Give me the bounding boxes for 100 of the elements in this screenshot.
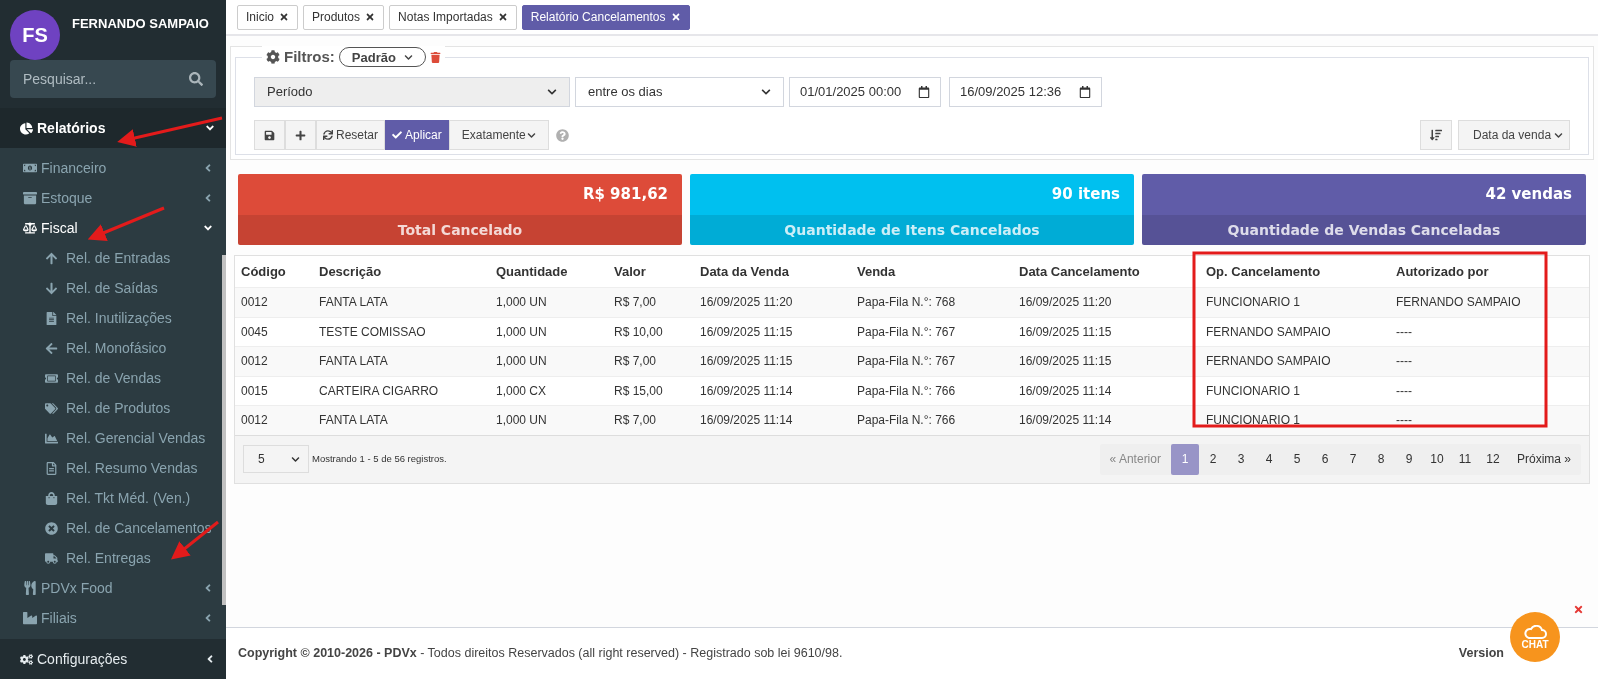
page-link[interactable]: 7 xyxy=(1338,443,1367,475)
table-cell-text: Papa-Fila N.°: 766 xyxy=(856,412,957,430)
sidebar-subitem[interactable]: Rel. Inutilizações xyxy=(0,303,226,333)
page-link[interactable]: 10 xyxy=(1422,443,1451,475)
sidebar-subitem[interactable]: Rel. de Entradas xyxy=(0,243,226,273)
sidebar-item[interactable]: Configurações xyxy=(0,639,226,679)
version-label: Version xyxy=(1458,645,1504,663)
stat-label: Quantidade de Itens Cancelados xyxy=(784,220,1040,240)
tab[interactable]: Inicio xyxy=(237,4,298,30)
field-select[interactable]: Período xyxy=(254,77,570,107)
sidebar-item[interactable]: Estoque xyxy=(0,183,226,213)
page-link[interactable]: 5 xyxy=(1282,443,1311,475)
sort-select[interactable]: Data da venda xyxy=(1458,120,1570,150)
table-cell-text: 16/09/2025 11:15 xyxy=(699,353,794,371)
table-cell-text: FERNANDO SAMPAIO xyxy=(1395,294,1522,312)
cloud-icon xyxy=(1523,624,1547,639)
table-cell-text: R$ 7,00 xyxy=(613,294,658,312)
table-cell-text: FANTA LATA xyxy=(318,412,389,430)
sidebar-subitem[interactable]: Rel. de Vendas xyxy=(0,363,226,393)
page-link[interactable]: 9 xyxy=(1394,443,1423,475)
sidebar-subitem[interactable]: Rel. de Produtos xyxy=(0,393,226,423)
table-cell-text: 16/09/2025 11:14 xyxy=(699,382,794,400)
menu-icon xyxy=(23,221,37,235)
sort-button[interactable] xyxy=(1420,120,1452,150)
trash-icon[interactable] xyxy=(429,51,441,63)
reset-button[interactable]: Resetar xyxy=(316,120,386,150)
page-link[interactable]: 8 xyxy=(1366,443,1395,475)
caret-icon xyxy=(403,52,413,62)
gear-icon xyxy=(266,50,280,65)
table-cell-text: 1,000 UN xyxy=(495,294,548,312)
calendar-icon xyxy=(1079,86,1091,98)
stat-label: Quantidade de Vendas Canceladas xyxy=(1227,220,1501,240)
page-link[interactable]: 2 xyxy=(1198,443,1227,475)
save-button[interactable] xyxy=(254,120,285,150)
tab[interactable]: Relatório Cancelamentos xyxy=(521,4,690,30)
table-cell-text: FANTA LATA xyxy=(318,294,389,312)
table-cell-text: Papa-Fila N.°: 767 xyxy=(856,353,957,371)
add-button[interactable] xyxy=(285,120,316,150)
menu-icon xyxy=(45,551,58,565)
menu-icon xyxy=(45,281,58,295)
tab[interactable]: Produtos xyxy=(303,4,385,30)
menu-icon xyxy=(23,191,37,205)
floppy-icon xyxy=(264,129,275,141)
match-select[interactable]: Exatamente xyxy=(448,120,549,150)
menu-icon xyxy=(45,251,58,265)
operator-select[interactable]: entre os dias xyxy=(575,77,784,107)
table-cell-text: 16/09/2025 11:14 xyxy=(1018,412,1113,430)
menu-icon xyxy=(23,581,37,595)
sidebar-subitem[interactable]: Rel. Gerencial Vendas xyxy=(0,423,226,453)
close-icon[interactable] xyxy=(670,12,681,22)
table-cell-text: TESTE COMISSAO xyxy=(318,323,427,341)
search-icon xyxy=(189,72,203,86)
sidebar-subitem[interactable]: Rel. de Cancelamentos xyxy=(0,513,226,543)
menu-icon xyxy=(45,311,58,325)
page-link[interactable]: 3 xyxy=(1226,443,1255,475)
apply-button[interactable]: Aplicar xyxy=(385,120,449,150)
table-cell-text: 0045 xyxy=(240,323,269,341)
sidebar-item[interactable]: Financeiro xyxy=(0,153,226,183)
page-size-select[interactable]: 5 xyxy=(243,445,309,473)
tab[interactable]: Notas Importadas xyxy=(389,4,517,30)
date-from-field[interactable]: 01/01/2025 00:00 xyxy=(789,77,941,107)
column-header: Data da Venda xyxy=(699,262,790,281)
table-cell-text: 16/09/2025 11:14 xyxy=(1018,382,1113,400)
caret-icon xyxy=(291,454,300,464)
menu-icon xyxy=(45,461,58,475)
records-summary: Mostrando 1 - 5 de 56 registros. xyxy=(312,451,447,466)
table-cell-text: R$ 15,00 xyxy=(613,382,664,400)
pie-chart-icon xyxy=(20,121,33,135)
column-header: Autorizado por xyxy=(1395,262,1490,281)
table-cell-text: 16/09/2025 11:15 xyxy=(1018,353,1113,371)
column-header: Valor xyxy=(613,262,647,281)
sidebar-item[interactable]: PDVx Food xyxy=(0,573,226,603)
page-link[interactable]: 4 xyxy=(1254,443,1283,475)
menu-icon xyxy=(45,371,58,385)
sidebar-item[interactable]: Filiais xyxy=(0,603,226,633)
close-icon[interactable] xyxy=(279,12,289,22)
sidebar-item[interactable]: Relatórios xyxy=(0,108,226,148)
table-cell-text: 16/09/2025 11:20 xyxy=(699,294,794,312)
close-icon[interactable] xyxy=(497,12,508,22)
sidebar-subitem[interactable]: Rel. Entregas xyxy=(0,543,226,573)
page-link[interactable]: 11 xyxy=(1450,443,1479,475)
table-cell-text: ---- xyxy=(1395,412,1413,430)
menu-icon xyxy=(45,521,58,535)
page-link[interactable]: 6 xyxy=(1310,443,1339,475)
column-header: Op. Cancelamento xyxy=(1205,262,1322,281)
sidebar-subitem[interactable]: Rel. Tkt Méd. (Ven.) xyxy=(0,483,226,513)
table-cell-text: FUNCIONARIO 1 xyxy=(1205,294,1301,312)
search-field[interactable]: Pesquisar... xyxy=(10,60,216,98)
sidebar-subitem[interactable]: Rel. Monofásico xyxy=(0,333,226,363)
sidebar-item[interactable]: Fiscal xyxy=(0,213,226,243)
scrollbar[interactable] xyxy=(222,255,226,605)
date-to-field[interactable]: 16/09/2025 12:36 xyxy=(949,77,1102,107)
next-link[interactable]: Próxima » xyxy=(1506,450,1581,468)
sidebar-subitem[interactable]: Rel. de Saídas xyxy=(0,273,226,303)
table-cell-text: FERNANDO SAMPAIO xyxy=(1205,353,1332,371)
gears-icon xyxy=(20,652,33,666)
close-icon[interactable] xyxy=(365,12,376,22)
page-link[interactable]: 12 xyxy=(1478,443,1507,475)
table-cell-text: FUNCIONARIO 1 xyxy=(1205,382,1301,400)
sidebar-subitem[interactable]: Rel. Resumo Vendas xyxy=(0,453,226,483)
